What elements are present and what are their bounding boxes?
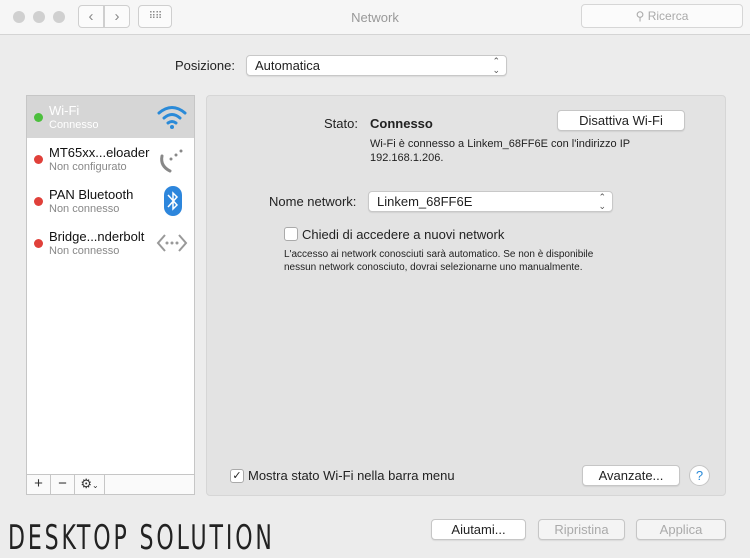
service-wifi[interactable]: Wi-Fi Connesso bbox=[27, 96, 194, 138]
revert-button[interactable]: Ripristina bbox=[538, 519, 625, 540]
ask-join-label: Chiedi di accedere a nuovi network bbox=[302, 227, 505, 242]
assist-button[interactable]: Aiutami... bbox=[431, 519, 526, 540]
gear-menu-button[interactable]: ⚙⌄ bbox=[75, 475, 105, 494]
network-name-select[interactable]: Linkem_68FF6E ⌃ ⌄ bbox=[368, 191, 613, 212]
watermark: DESKTOP SOLUTION bbox=[8, 518, 275, 558]
location-select[interactable]: Automatica ⌃ ⌄ bbox=[246, 55, 507, 76]
apply-button[interactable]: Applica bbox=[636, 519, 726, 540]
chevron-down-icon: ⌄ bbox=[91, 481, 99, 490]
advanced-button[interactable]: Avanzate... bbox=[582, 465, 680, 486]
status-description: Wi-Fi è connesso a Linkem_68FF6E con l'i… bbox=[370, 138, 631, 164]
bluetooth-icon bbox=[164, 186, 182, 216]
updown-chevron-icon: ⌃ ⌄ bbox=[492, 56, 500, 75]
status-label: Stato: bbox=[324, 116, 358, 131]
service-thunderbolt-bridge[interactable]: Bridge...nderbolt Non connesso bbox=[27, 222, 194, 264]
status-value: Connesso bbox=[370, 116, 433, 131]
updown-chevron-icon: ⌃ ⌄ bbox=[598, 192, 606, 211]
ask-join-description: L'accesso ai network conosciuti sarà aut… bbox=[284, 249, 594, 273]
network-name-label: Nome network: bbox=[269, 194, 357, 209]
ask-join-checkbox[interactable] bbox=[284, 227, 298, 241]
bridge-icon bbox=[156, 234, 188, 252]
phone-icon bbox=[160, 149, 183, 173]
gear-icon: ⚙ bbox=[80, 476, 92, 491]
service-list: Wi-Fi Connesso MT65xx...eloader Non conf… bbox=[26, 95, 195, 495]
add-service-button[interactable]: + bbox=[27, 475, 51, 494]
help-button[interactable]: ? bbox=[689, 465, 710, 486]
show-wifi-status-checkbox[interactable]: ✓ bbox=[230, 469, 244, 483]
service-pan-bluetooth[interactable]: PAN Bluetooth Non connesso bbox=[27, 180, 194, 222]
service-mt65xx[interactable]: MT65xx...eloader Non configurato bbox=[27, 138, 194, 180]
show-wifi-status-label: Mostra stato Wi-Fi nella barra menu bbox=[248, 468, 455, 483]
title-bar: ‹ › ⠿⠿ Network ⚲ Ricerca bbox=[0, 0, 750, 35]
location-label: Posizione: bbox=[175, 58, 235, 73]
detail-panel: Stato: Connesso Disattiva Wi-Fi Wi-Fi è … bbox=[206, 95, 726, 496]
search-icon: ⚲ bbox=[635, 9, 648, 23]
remove-service-button[interactable]: − bbox=[51, 475, 75, 494]
search-field[interactable]: ⚲ Ricerca bbox=[581, 4, 743, 28]
wifi-icon bbox=[157, 106, 187, 129]
service-list-toolbar: + − ⚙⌄ bbox=[27, 474, 194, 494]
disable-wifi-button[interactable]: Disattiva Wi-Fi bbox=[557, 110, 685, 131]
